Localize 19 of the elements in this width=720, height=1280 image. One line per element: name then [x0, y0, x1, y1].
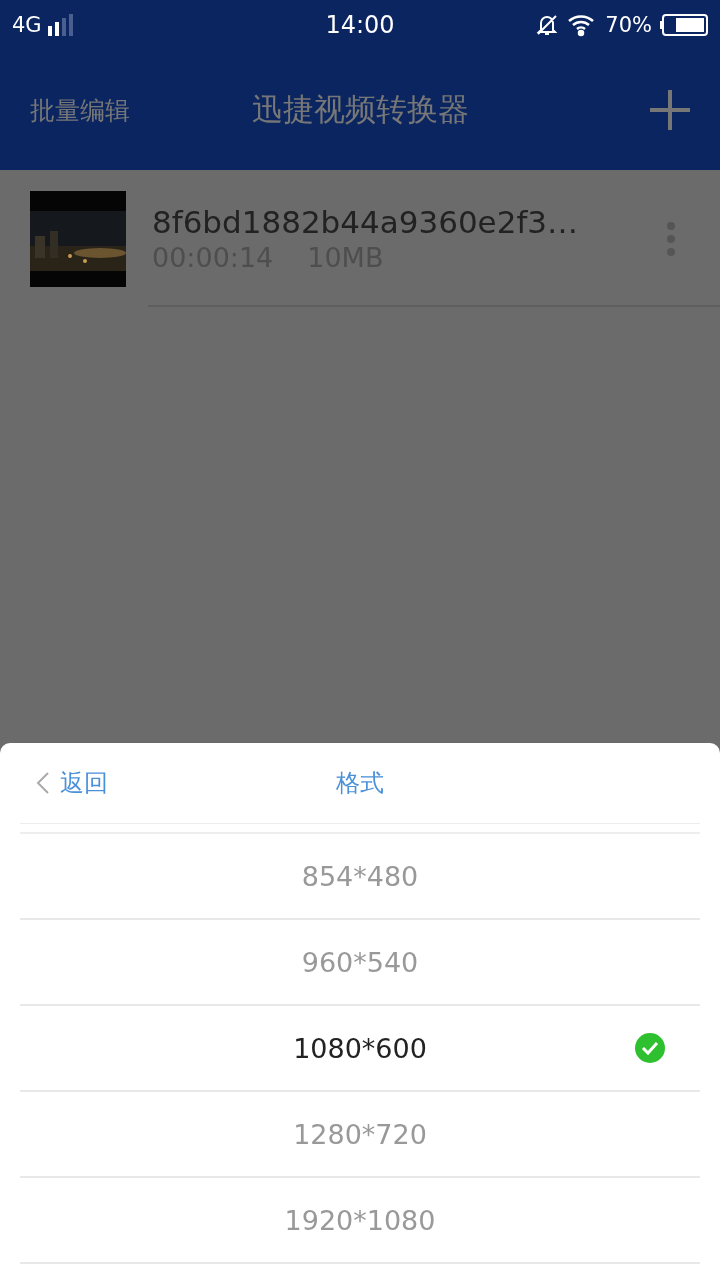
battery-icon	[660, 14, 708, 36]
muted-bell-icon	[535, 13, 560, 37]
chevron-left-icon	[36, 771, 50, 795]
format-option[interactable]: 960*540	[20, 920, 700, 1006]
app-title: 迅捷视频转换器	[250, 90, 470, 129]
network-type: 4G	[12, 13, 42, 37]
check-icon	[634, 1032, 666, 1064]
sheet-title: 格式	[335, 768, 385, 799]
format-option[interactable]: 1280*720	[20, 1092, 700, 1178]
file-name: 8f6bd1882b44a9360e2f3…	[152, 204, 580, 240]
format-option[interactable]: 854*480	[20, 834, 700, 920]
batch-edit-button[interactable]: 批量编辑	[30, 93, 200, 127]
clock-time: 14:00	[325, 11, 395, 39]
format-option[interactable]: 1080*600	[20, 1006, 700, 1092]
battery-percent: 70%	[605, 13, 652, 37]
back-button[interactable]: 返回	[36, 767, 176, 799]
add-icon[interactable]	[650, 90, 690, 130]
format-option[interactable]: 1920*1080	[20, 1178, 700, 1264]
signal-icon	[47, 14, 76, 36]
